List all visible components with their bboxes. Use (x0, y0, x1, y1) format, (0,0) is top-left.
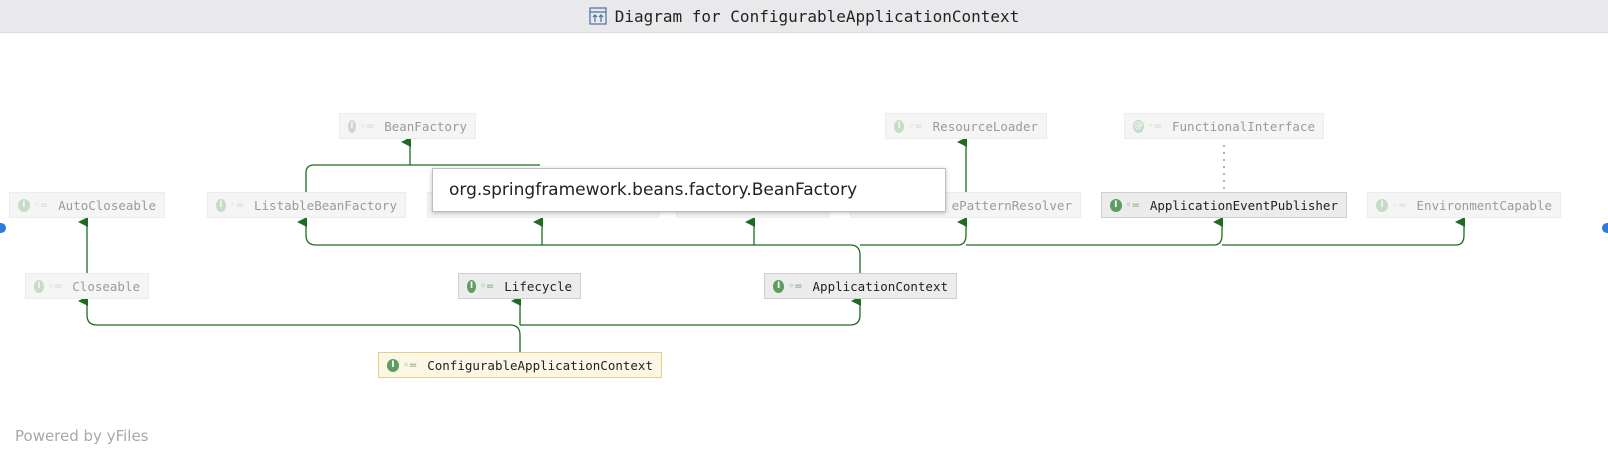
edge-appcontext-to-environment (1222, 217, 1465, 246)
interface-icon: I (34, 279, 44, 293)
public-access-icon: ◦= (1147, 120, 1162, 132)
node-lifecycle[interactable]: I ◦= Lifecycle (458, 273, 581, 299)
public-access-icon: ◦= (229, 199, 244, 211)
edge-appcontext-to-resolver (860, 217, 967, 246)
public-access-icon: ◦= (47, 280, 63, 292)
node-auto-closeable[interactable]: I ◦= AutoCloseable (9, 192, 165, 218)
inheritance-edges (78, 137, 1465, 352)
interface-icon: I (18, 198, 30, 212)
node-configurable-application-context[interactable]: I ◦= ConfigurableApplicationContext (378, 352, 662, 378)
node-resource-loader[interactable]: I ◦= ResourceLoader (885, 113, 1047, 139)
edge-appcontext-to-listable (297, 217, 861, 273)
public-access-icon: ◦= (1125, 199, 1140, 211)
node-application-context[interactable]: I ◦= ApplicationContext (764, 273, 957, 299)
fqn-tooltip: org.springframework.beans.factory.BeanFa… (432, 168, 946, 212)
node-bean-factory[interactable]: I ◦= BeanFactory (339, 113, 476, 139)
annotation-icon: @ (1133, 119, 1144, 133)
interface-icon: I (387, 358, 399, 372)
public-access-icon: ◦= (402, 359, 418, 371)
node-application-event-publisher[interactable]: I ◦= ApplicationEventPublisher (1101, 192, 1347, 218)
public-access-icon: ◦= (359, 120, 375, 132)
node-listable-bean-factory[interactable]: I ◦= ListableBeanFactory (207, 192, 406, 218)
interface-icon: I (348, 119, 356, 133)
edge-appcontext-to-publisher (966, 217, 1223, 246)
window-title: Diagram for ConfigurableApplicationConte… (614, 6, 1020, 26)
interface-icon: I (894, 119, 905, 133)
edge-cac-to-appcontext (520, 296, 861, 326)
node-closeable[interactable]: I ◦= Closeable (25, 273, 149, 299)
public-access-icon: ◦= (33, 199, 49, 211)
public-access-icon: ◦= (788, 280, 803, 292)
interface-icon: I (1376, 198, 1389, 212)
diagram-icon (589, 7, 607, 25)
public-access-icon: ◦= (479, 280, 495, 292)
powered-by-label: Powered by yFiles (15, 427, 149, 445)
interface-icon: I (1110, 198, 1122, 212)
interface-icon: I (216, 198, 226, 212)
interface-icon: I (773, 279, 785, 293)
public-access-icon: ◦= (1392, 199, 1407, 211)
edge-cac-to-closeable (78, 296, 521, 352)
node-environment-capable[interactable]: I ◦= EnvironmentCapable (1367, 192, 1561, 218)
public-access-icon: ◦= (908, 120, 923, 132)
interface-icon: I (467, 279, 476, 293)
edge-listable-to-beanfactory (305, 137, 411, 192)
window-title-bar: Diagram for ConfigurableApplicationConte… (0, 0, 1608, 33)
node-functional-interface[interactable]: @ ◦= FunctionalInterface (1124, 113, 1324, 139)
diagram-canvas[interactable]: I ◦= BeanFactory I ◦= ResourceLoader @ ◦… (0, 33, 1608, 466)
